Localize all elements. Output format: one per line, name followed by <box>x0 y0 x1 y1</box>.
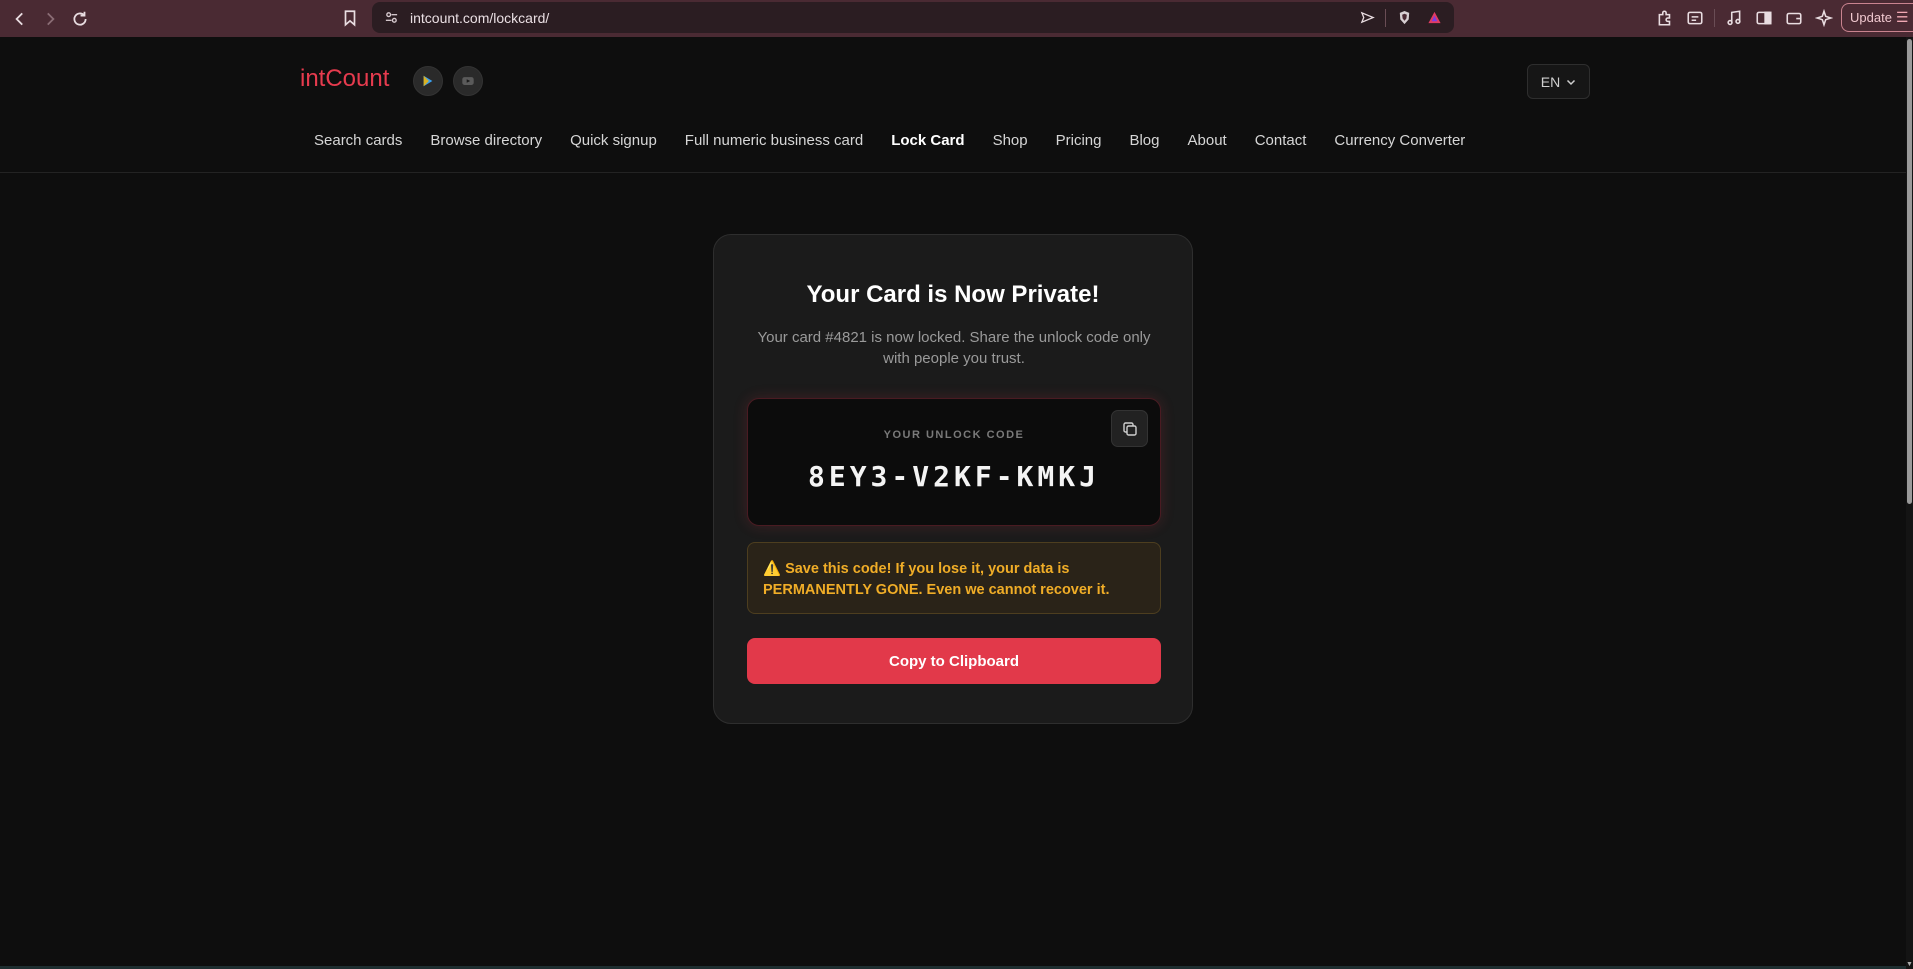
urlbar-actions <box>1355 6 1446 30</box>
nav-currency-converter[interactable]: Currency Converter <box>1320 131 1479 151</box>
divider <box>1385 8 1386 27</box>
media-icon[interactable] <box>1719 3 1749 33</box>
nav-pricing[interactable]: Pricing <box>1042 131 1116 151</box>
nav-blog[interactable]: Blog <box>1115 131 1173 151</box>
site-info-icon[interactable] <box>376 3 406 33</box>
reload-icon[interactable] <box>65 4 95 34</box>
unlock-code-value[interactable]: 8EY3-V2KF-KMKJ <box>748 460 1160 493</box>
lock-card-panel: Your Card is Now Private! Your card #482… <box>713 234 1193 724</box>
nav-browse-directory[interactable]: Browse directory <box>416 131 556 151</box>
extensions-icon[interactable] <box>1650 3 1680 33</box>
warning-text: Save this code! If you lose it, your dat… <box>763 561 1110 598</box>
browser-nav-buttons <box>5 4 95 34</box>
leo-icon[interactable] <box>1809 3 1839 33</box>
warning-box: ⚠️ Save this code! If you lose it, your d… <box>747 542 1161 614</box>
nav-search-cards[interactable]: Search cards <box>300 131 416 151</box>
forward-icon[interactable] <box>35 4 65 34</box>
copy-to-clipboard-button[interactable]: Copy to Clipboard <box>747 638 1161 684</box>
main-nav: Search cards Browse directory Quick sign… <box>300 131 1479 151</box>
brave-shield-icon[interactable] <box>1392 6 1416 30</box>
nav-lock-card[interactable]: Lock Card <box>877 131 978 151</box>
url-text[interactable]: intcount.com/lockcard/ <box>410 10 1355 26</box>
brand-logo[interactable]: intCount <box>300 65 389 93</box>
update-label: Update <box>1850 10 1892 25</box>
chevron-down-icon <box>1567 79 1576 85</box>
scrollbar-thumb[interactable] <box>1907 39 1912 504</box>
browser-right-tools <box>1650 3 1839 33</box>
nav-full-numeric-business-card[interactable]: Full numeric business card <box>671 131 877 151</box>
card-title: Your Card is Now Private! <box>806 281 1100 308</box>
nav-quick-signup[interactable]: Quick signup <box>556 131 671 151</box>
divider <box>1714 9 1715 27</box>
menu-icon[interactable]: ☰ <box>1896 9 1909 26</box>
wallet-icon[interactable] <box>1779 3 1809 33</box>
sidebar-icon[interactable] <box>1749 3 1779 33</box>
nav-about[interactable]: About <box>1174 131 1241 151</box>
browser-toolbar: intcount.com/lockcard/ Update ☰ <box>0 0 1913 37</box>
update-button[interactable]: Update ☰ <box>1841 3 1913 32</box>
card-description: Your card #4821 is now locked. Share the… <box>757 329 1151 367</box>
site-header: intCount EN Search cards Browse director… <box>0 37 1906 173</box>
brave-rewards-icon[interactable] <box>1422 6 1446 30</box>
language-select[interactable]: EN <box>1527 64 1590 99</box>
warning-icon: ⚠️ <box>763 561 782 577</box>
google-play-icon[interactable] <box>413 66 443 96</box>
unlock-code-label: YOUR UNLOCK CODE <box>883 429 1025 441</box>
page-scrollbar[interactable]: ▼ <box>1906 37 1913 969</box>
unlock-code-box: YOUR UNLOCK CODE 8EY3-V2KF-KMKJ <box>747 398 1161 526</box>
nav-contact[interactable]: Contact <box>1241 131 1321 151</box>
scroll-down-icon[interactable]: ▼ <box>1906 961 1913 969</box>
youtube-icon[interactable] <box>453 66 483 96</box>
address-bar[interactable]: intcount.com/lockcard/ <box>372 2 1454 33</box>
bookmark-icon[interactable] <box>335 3 365 33</box>
screenshot-icon[interactable] <box>1680 3 1710 33</box>
copy-icon-button[interactable] <box>1111 410 1148 447</box>
language-label: EN <box>1540 73 1561 90</box>
nav-shop[interactable]: Shop <box>979 131 1042 151</box>
copy-icon <box>1122 421 1137 436</box>
send-icon[interactable] <box>1355 6 1379 30</box>
back-icon[interactable] <box>5 4 35 34</box>
